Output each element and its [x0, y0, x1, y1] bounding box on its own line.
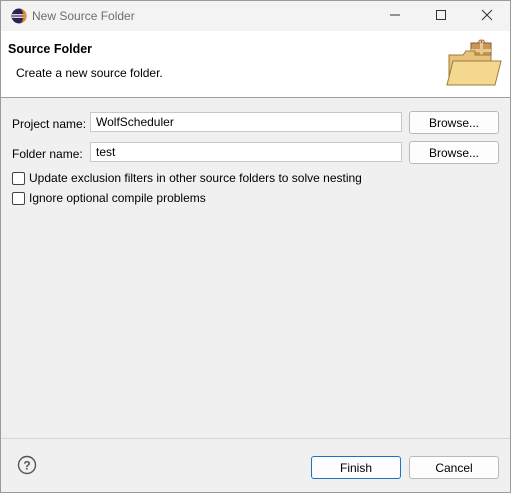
window-title: New Source Folder [32, 9, 135, 23]
minimize-icon [389, 9, 401, 24]
banner-description: Create a new source folder. [16, 66, 163, 80]
source-folder-wizard-icon [445, 37, 503, 89]
project-name-field[interactable] [90, 112, 402, 132]
update-exclusion-filters-option[interactable]: Update exclusion filters in other source… [12, 171, 362, 185]
update-exclusion-filters-checkbox[interactable] [12, 171, 25, 185]
title-bar: New Source Folder [1, 1, 510, 31]
dialog-window: New Source Folder Source Folder Create a… [0, 0, 511, 493]
help-icon[interactable]: ? [17, 455, 37, 475]
minimize-button[interactable] [372, 1, 418, 31]
wizard-banner: Source Folder Create a new source folder… [1, 31, 510, 98]
ignore-compile-problems-checkbox[interactable] [12, 191, 25, 205]
ignore-compile-problems-option[interactable]: Ignore optional compile problems [12, 191, 206, 205]
footer-divider [1, 438, 510, 439]
cancel-button[interactable]: Cancel [409, 456, 499, 479]
close-icon [481, 9, 493, 24]
eclipse-icon [11, 8, 27, 24]
maximize-icon [435, 9, 447, 24]
project-name-label: Project name: [12, 117, 87, 131]
svg-text:?: ? [23, 459, 30, 473]
ignore-compile-problems-label: Ignore optional compile problems [29, 191, 206, 205]
finish-button[interactable]: Finish [311, 456, 401, 479]
update-exclusion-filters-label: Update exclusion filters in other source… [29, 171, 362, 185]
browse-project-button[interactable]: Browse... [409, 111, 499, 134]
maximize-button[interactable] [418, 1, 464, 31]
close-button[interactable] [464, 1, 510, 31]
folder-name-field[interactable] [90, 142, 402, 162]
banner-title: Source Folder [8, 42, 93, 56]
browse-folder-button[interactable]: Browse... [409, 141, 499, 164]
folder-name-label: Folder name: [12, 147, 83, 161]
